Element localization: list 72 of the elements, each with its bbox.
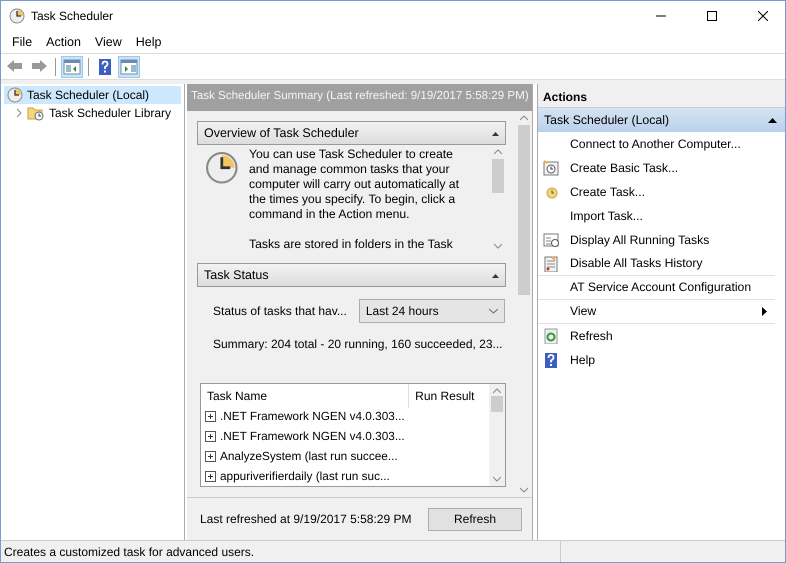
- plus-box-icon: [205, 411, 216, 422]
- list-clock-icon: [543, 232, 559, 248]
- command-link[interactable]: Create Basic Task...: [538, 156, 785, 180]
- action-pane-icon: [120, 58, 138, 76]
- command-link[interactable]: Display All Running Tasks: [538, 228, 785, 252]
- toolbar-button[interactable]: [118, 56, 140, 78]
- scroll-down-icon: [494, 243, 502, 249]
- filter-label: Status of tasks that hav...: [213, 303, 347, 320]
- column-header[interactable]: Task Name: [201, 384, 409, 408]
- command-link[interactable]: Create Task...: [538, 180, 785, 204]
- chevron-right-icon: [15, 108, 23, 118]
- status-text: Creates a customized task for advanced users.: [1, 541, 561, 562]
- plus-box-icon: [205, 451, 216, 462]
- scroll-up-icon: [493, 388, 501, 394]
- command-link[interactable]: Refresh: [538, 324, 785, 348]
- scroll-thumb[interactable]: [492, 159, 504, 193]
- overview-text: Tasks are stored in folders in the Task: [249, 237, 454, 252]
- close-icon: [758, 11, 768, 21]
- overview-text: You can use Task Scheduler to create and manage common tasks that your computer will carry out automatically at the times you specify. To begin, click a command in the Action menu.: [249, 147, 460, 222]
- scrollbar[interactable]: [516, 111, 532, 497]
- refresh-button[interactable]: Refresh: [428, 508, 522, 530]
- summary-text: Summary: 204 total - 20 running, 160 succeeded, 23...: [212, 336, 504, 353]
- plus-box-icon: [205, 431, 216, 442]
- pane-header: Task Scheduler Summary (Last refreshed: 9/19/2017 5:58:29 PM): [187, 84, 532, 111]
- scroll-up-icon: [494, 149, 502, 155]
- menu-item[interactable]: File: [5, 30, 40, 54]
- table-cell-text: appuriverifierdaily (last run suc...: [220, 468, 390, 486]
- clock-icon: [205, 151, 239, 185]
- section-header[interactable]: Overview of Task Scheduler: [197, 121, 506, 145]
- tree-item[interactable]: Task Scheduler Library: [12, 104, 181, 122]
- time-range-dropdown[interactable]: Last 24 hours: [358, 299, 505, 323]
- menu-item[interactable]: View: [88, 30, 129, 54]
- command-link[interactable]: Import Task...: [538, 204, 785, 228]
- folder-clock-icon: [27, 105, 45, 121]
- window-title: Task Scheduler: [31, 8, 114, 25]
- scroll-thumb[interactable]: [518, 125, 530, 295]
- tree-item[interactable]: Task Scheduler (Local): [4, 86, 181, 104]
- command-link[interactable]: Disable All Tasks History: [538, 252, 775, 276]
- command-link[interactable]: Help: [538, 348, 785, 372]
- question-mark-icon: [543, 352, 559, 368]
- command-link[interactable]: AT Service Account Configuration: [538, 276, 775, 300]
- plus-box-icon: [205, 471, 216, 482]
- table-cell-text: .NET Framework NGEN v4.0.303...: [220, 408, 405, 425]
- command-link[interactable]: Connect to Another Computer...: [538, 132, 785, 156]
- table-cell-text: .NET Framework NGEN v4.0.303...: [220, 428, 405, 446]
- menu-item[interactable]: Help: [128, 30, 168, 54]
- refresh-icon: [543, 328, 559, 344]
- clock-icon: [7, 87, 23, 103]
- submenu-arrow-icon: [762, 307, 767, 316]
- command-link[interactable]: View: [538, 300, 775, 324]
- last-refreshed-text: Last refreshed at 9/19/2017 5:58:29 PM: [200, 511, 412, 528]
- tree-pane-icon: [63, 58, 81, 76]
- scroll-thumb[interactable]: [491, 396, 503, 412]
- menu-item[interactable]: Action: [39, 30, 88, 54]
- list-icon: [543, 256, 559, 272]
- calendar-clock-icon: [543, 160, 559, 176]
- clock-icon: [9, 8, 25, 24]
- scrollbar[interactable]: [489, 384, 505, 486]
- section-title: Task Status: [204, 266, 269, 284]
- question-mark-icon: [96, 58, 114, 76]
- chevron-down-icon: [488, 308, 498, 314]
- group-header[interactable]: Task Scheduler (Local): [538, 108, 785, 132]
- scroll-up-icon: [520, 115, 528, 121]
- maximize-icon: [706, 11, 716, 21]
- toolbar-button[interactable]: [61, 56, 83, 78]
- scroll-down-icon: [520, 487, 528, 493]
- scroll-down-icon: [493, 476, 501, 482]
- section-header[interactable]: Task Status: [197, 263, 506, 287]
- table-cell-text: AnalyzeSystem (last run succee...: [220, 448, 398, 466]
- section-title: Overview of Task Scheduler: [204, 124, 359, 142]
- pane-header: Actions: [538, 84, 785, 108]
- group-title: Task Scheduler (Local): [544, 112, 670, 129]
